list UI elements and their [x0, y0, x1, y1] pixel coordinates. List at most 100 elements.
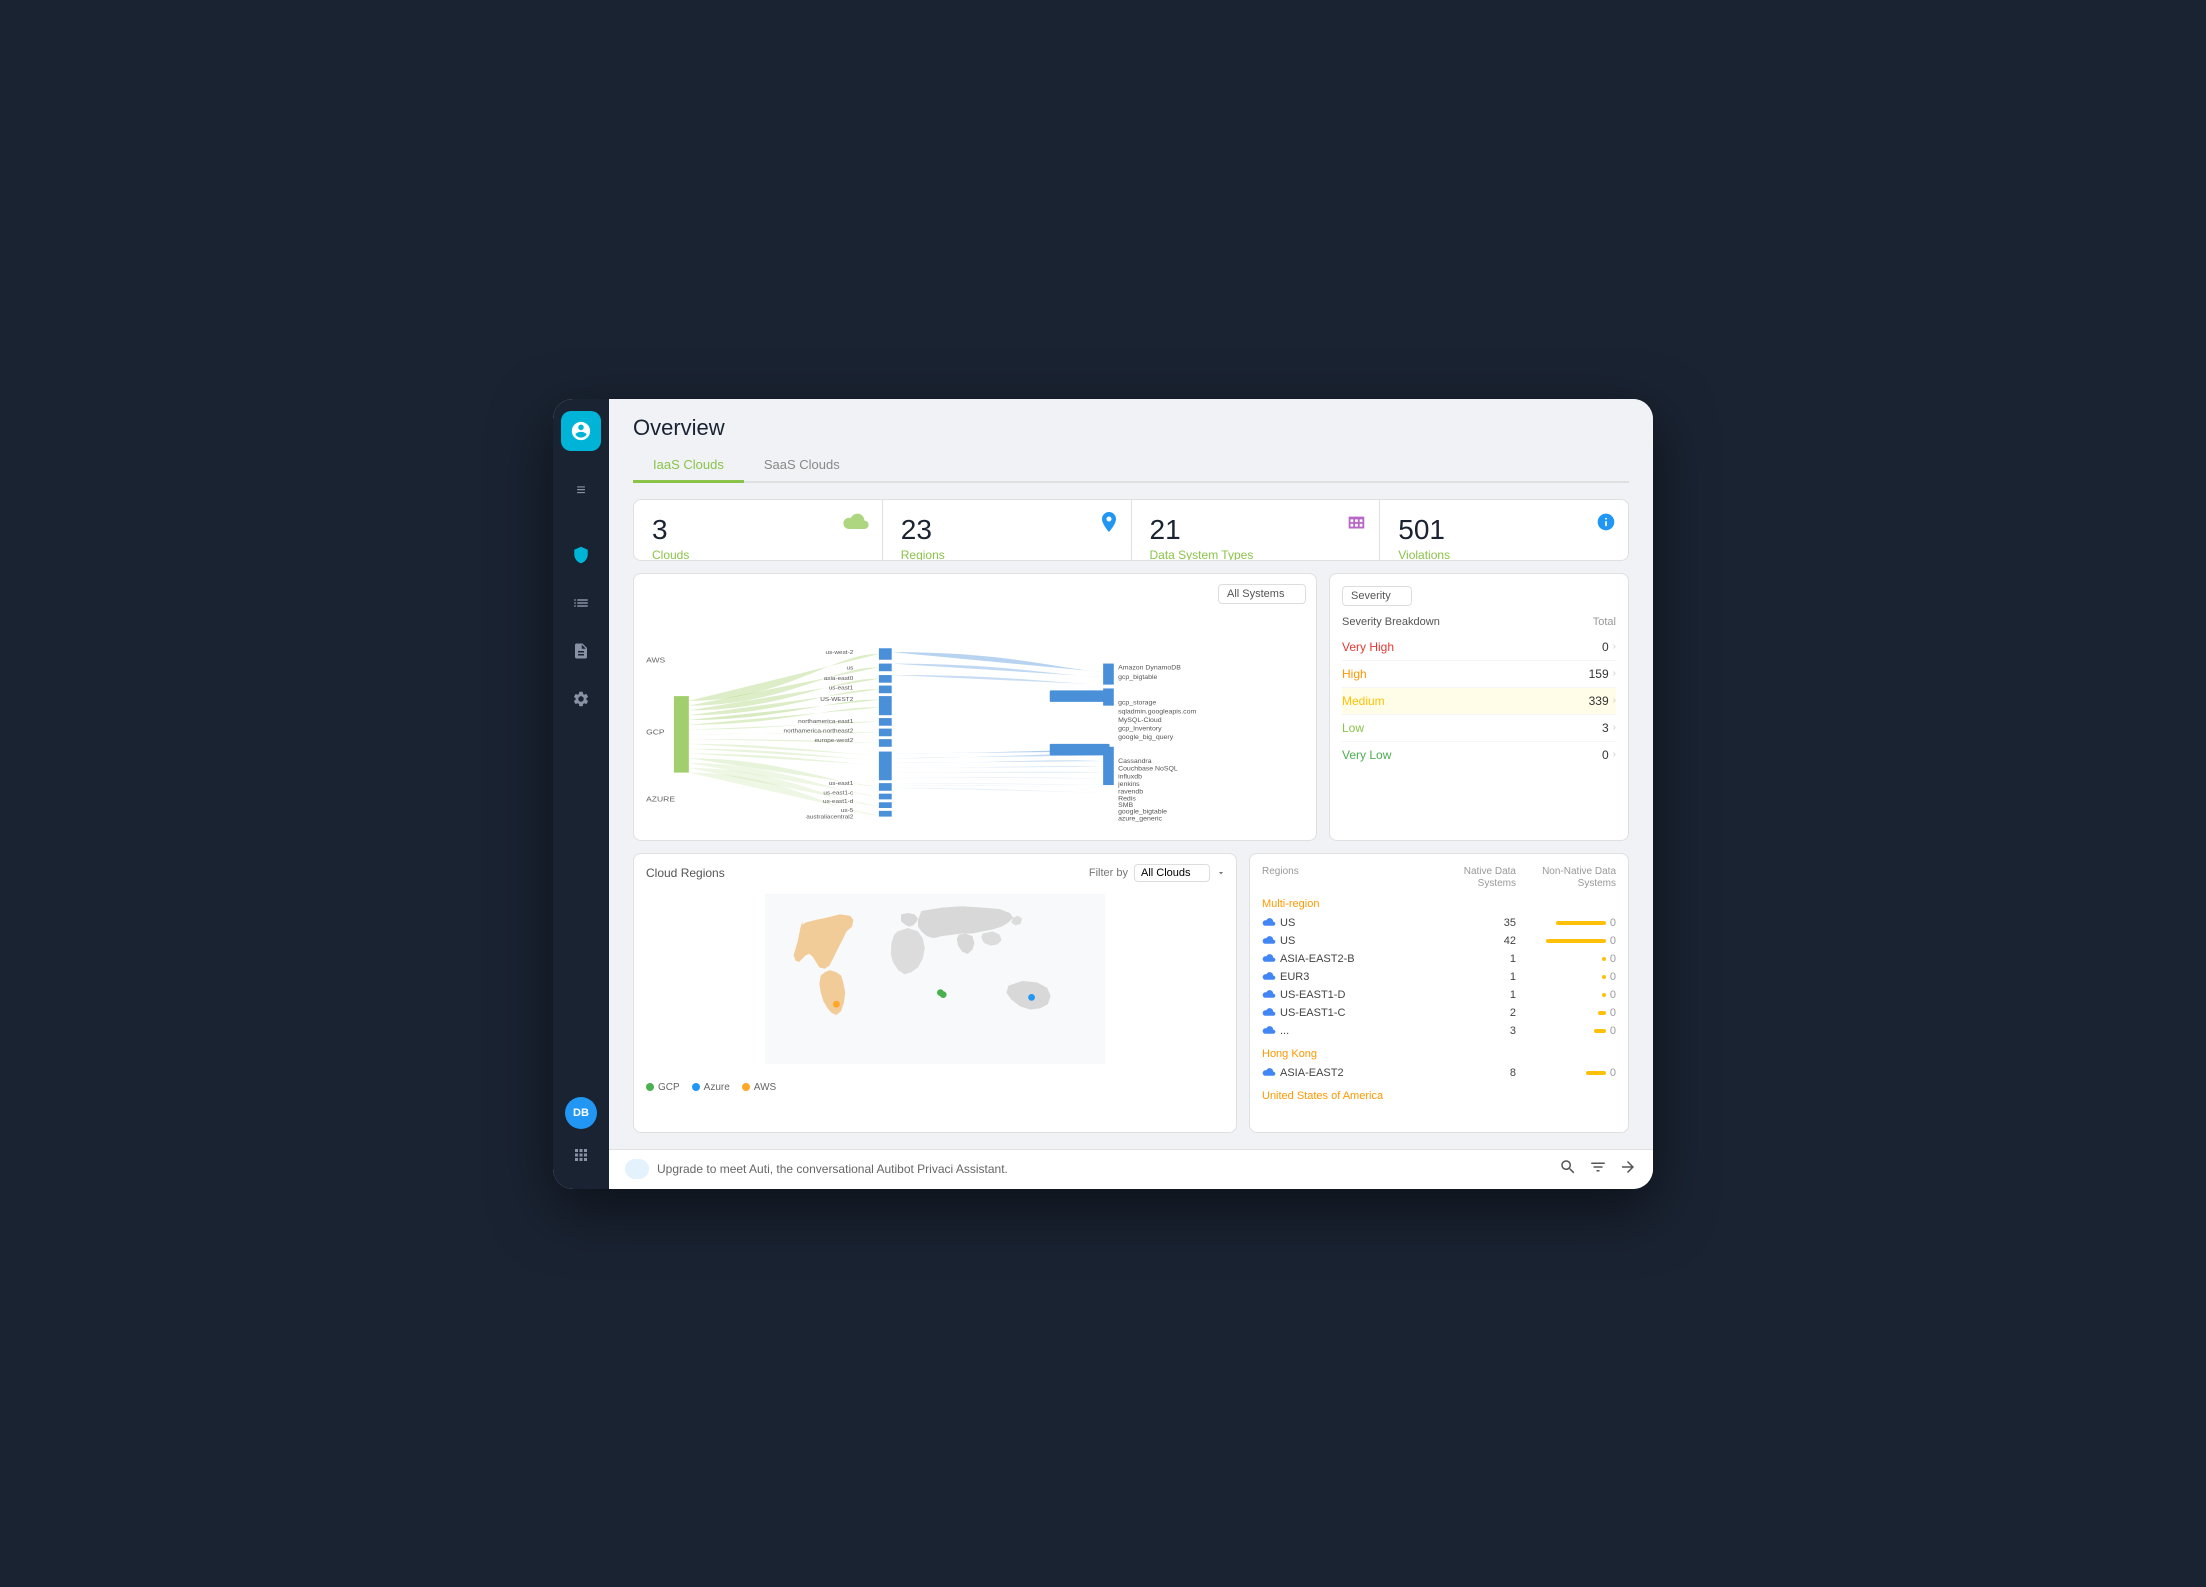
region-native-35: 35 — [1436, 917, 1516, 929]
grid-icon — [1345, 512, 1367, 534]
sidebar-item-chart[interactable] — [563, 585, 599, 621]
svg-text:google_big_query: google_big_query — [1118, 734, 1174, 741]
bottom-section: Cloud Regions Filter by All Clouds — [633, 853, 1629, 1133]
sidebar-item-shield[interactable] — [563, 537, 599, 573]
sidebar-bottom-dots[interactable] — [563, 1137, 599, 1173]
severity-very-low-label: Very Low — [1342, 748, 1569, 762]
region-name-asia-east2b: ASIA-EAST2-B — [1262, 953, 1436, 965]
severity-row-very-high[interactable]: Very High 0 › — [1342, 634, 1616, 661]
severity-row-very-low[interactable]: Very Low 0 › — [1342, 742, 1616, 768]
settings-icon — [572, 690, 590, 708]
svg-text:northamerica-northeast2: northamerica-northeast2 — [784, 727, 854, 734]
sidebar: ≡ DB — [553, 399, 609, 1189]
legend-gcp: GCP — [646, 1082, 680, 1093]
severity-select[interactable]: Severity — [1342, 586, 1412, 606]
sankey-filter-select[interactable]: All Systems — [1218, 584, 1306, 604]
severity-row-medium[interactable]: Medium 339 › — [1342, 688, 1616, 715]
svg-text:AWS: AWS — [646, 656, 666, 664]
severity-row-high[interactable]: High 159 › — [1342, 661, 1616, 688]
region-native-ellipsis: 3 — [1436, 1025, 1516, 1037]
shield-icon — [572, 546, 590, 564]
regions-number: 23 — [901, 514, 1113, 546]
chart-icon — [572, 594, 590, 612]
region-name-useast1d: US-EAST1-D — [1262, 989, 1436, 1001]
severity-header: Severity — [1342, 586, 1616, 606]
chat-bubble-icon — [625, 1159, 649, 1179]
svg-text:us-east1-d: us-east1-d — [823, 798, 853, 805]
region-non-native-useast1c: 0 — [1610, 1007, 1616, 1019]
severity-row-low[interactable]: Low 3 › — [1342, 715, 1616, 742]
footer: Upgrade to meet Auti, the conversational… — [609, 1149, 1653, 1189]
regions-label: Regions — [901, 548, 1113, 561]
info-stat-icon — [1596, 512, 1616, 537]
app-logo — [561, 411, 601, 451]
search-button[interactable] — [1559, 1158, 1577, 1181]
filter-button[interactable] — [1589, 1158, 1607, 1181]
hamburger-menu[interactable]: ≡ — [563, 473, 599, 509]
svg-text:gcp_storage: gcp_storage — [1118, 699, 1156, 706]
table-row: ASIA-EAST2 8 0 — [1262, 1064, 1616, 1082]
severity-high-arrow: › — [1613, 668, 1616, 679]
gcp-cloud-icon — [1262, 1026, 1276, 1036]
severity-total-label: Total — [1593, 616, 1616, 628]
sidebar-item-doc[interactable] — [563, 633, 599, 669]
svg-text:AZURE: AZURE — [646, 794, 676, 802]
region-name-us-35: US — [1262, 917, 1436, 929]
gcp-cloud-icon — [1262, 918, 1276, 928]
severity-medium-count: 339 — [1569, 694, 1609, 708]
tab-bar: IaaS Clouds SaaS Clouds — [633, 449, 1629, 483]
region-non-native-asiaeast2: 0 — [1610, 1067, 1616, 1079]
svg-text:influxdb: influxdb — [1118, 773, 1142, 780]
region-group-multi: Multi-region — [1262, 898, 1616, 910]
svg-text:ravendb: ravendb — [1118, 788, 1143, 795]
region-bar-ellipsis — [1594, 1029, 1606, 1033]
severity-very-high-label: Very High — [1342, 640, 1569, 654]
svg-text:jenkins: jenkins — [1117, 781, 1140, 788]
svg-text:GCP: GCP — [646, 727, 664, 735]
svg-text:MySQL-Cloud: MySQL-Cloud — [1118, 717, 1162, 724]
footer-actions — [1559, 1158, 1637, 1181]
region-bar-42 — [1546, 939, 1606, 943]
arrow-forward-icon — [1619, 1158, 1637, 1176]
cloud-stat-icon — [842, 512, 870, 537]
search-icon — [1559, 1158, 1577, 1176]
pin-icon — [1099, 512, 1119, 536]
region-non-native-ellipsis: 0 — [1610, 1025, 1616, 1037]
svg-text:Cassandra: Cassandra — [1118, 758, 1152, 765]
forward-button[interactable] — [1619, 1158, 1637, 1181]
region-native-42: 42 — [1436, 935, 1516, 947]
table-row: US-EAST1-D 1 0 — [1262, 986, 1616, 1004]
region-bar-asia — [1602, 957, 1606, 961]
severity-breakdown-label: Severity Breakdown — [1342, 616, 1440, 628]
region-non-native-42: 0 — [1610, 935, 1616, 947]
severity-high-label: High — [1342, 667, 1569, 681]
tab-saas-clouds[interactable]: SaaS Clouds — [744, 449, 860, 483]
svg-text:google_bigtable: google_bigtable — [1118, 809, 1167, 816]
svg-text:us: us — [847, 664, 854, 671]
svg-text:us-5: us-5 — [841, 807, 854, 814]
cloud-icon — [842, 512, 870, 532]
aws-dot — [742, 1083, 750, 1091]
severity-very-high-arrow: › — [1613, 641, 1616, 652]
azure-label: Azure — [704, 1082, 730, 1093]
svg-text:Google Cloud Storage: Google Cloud Storage — [1118, 691, 1192, 698]
region-group-usa: United States of America — [1262, 1090, 1616, 1102]
sidebar-item-settings[interactable] — [563, 681, 599, 717]
filter-icon — [1589, 1158, 1607, 1176]
map-filter-select[interactable]: All Clouds — [1134, 864, 1210, 882]
region-non-native-useast1d: 0 — [1610, 989, 1616, 1001]
sankey-visualization: AWS GCP AZURE — [644, 610, 1306, 830]
col-native: Native DataSystems — [1436, 866, 1516, 890]
azure-dot — [692, 1083, 700, 1091]
severity-low-arrow: › — [1613, 722, 1616, 733]
regions-columns: Regions Native DataSystems Non-Native Da… — [1262, 866, 1616, 890]
main-content: Overview IaaS Clouds SaaS Clouds 3 Cloud… — [609, 399, 1653, 1189]
severity-very-high-count: 0 — [1569, 640, 1609, 654]
user-avatar[interactable]: DB — [565, 1097, 597, 1129]
content-area: IaaS Clouds SaaS Clouds 3 Clouds 23 Regi — [609, 449, 1653, 1149]
region-bar-asiaeast2 — [1586, 1071, 1606, 1075]
region-native-asiaeast2: 8 — [1436, 1067, 1516, 1079]
tab-iaas-clouds[interactable]: IaaS Clouds — [633, 449, 744, 483]
table-row: ASIA-EAST2-B 1 0 — [1262, 950, 1616, 968]
sankey-area: All Systems AWS GCP AZURE — [633, 573, 1317, 841]
